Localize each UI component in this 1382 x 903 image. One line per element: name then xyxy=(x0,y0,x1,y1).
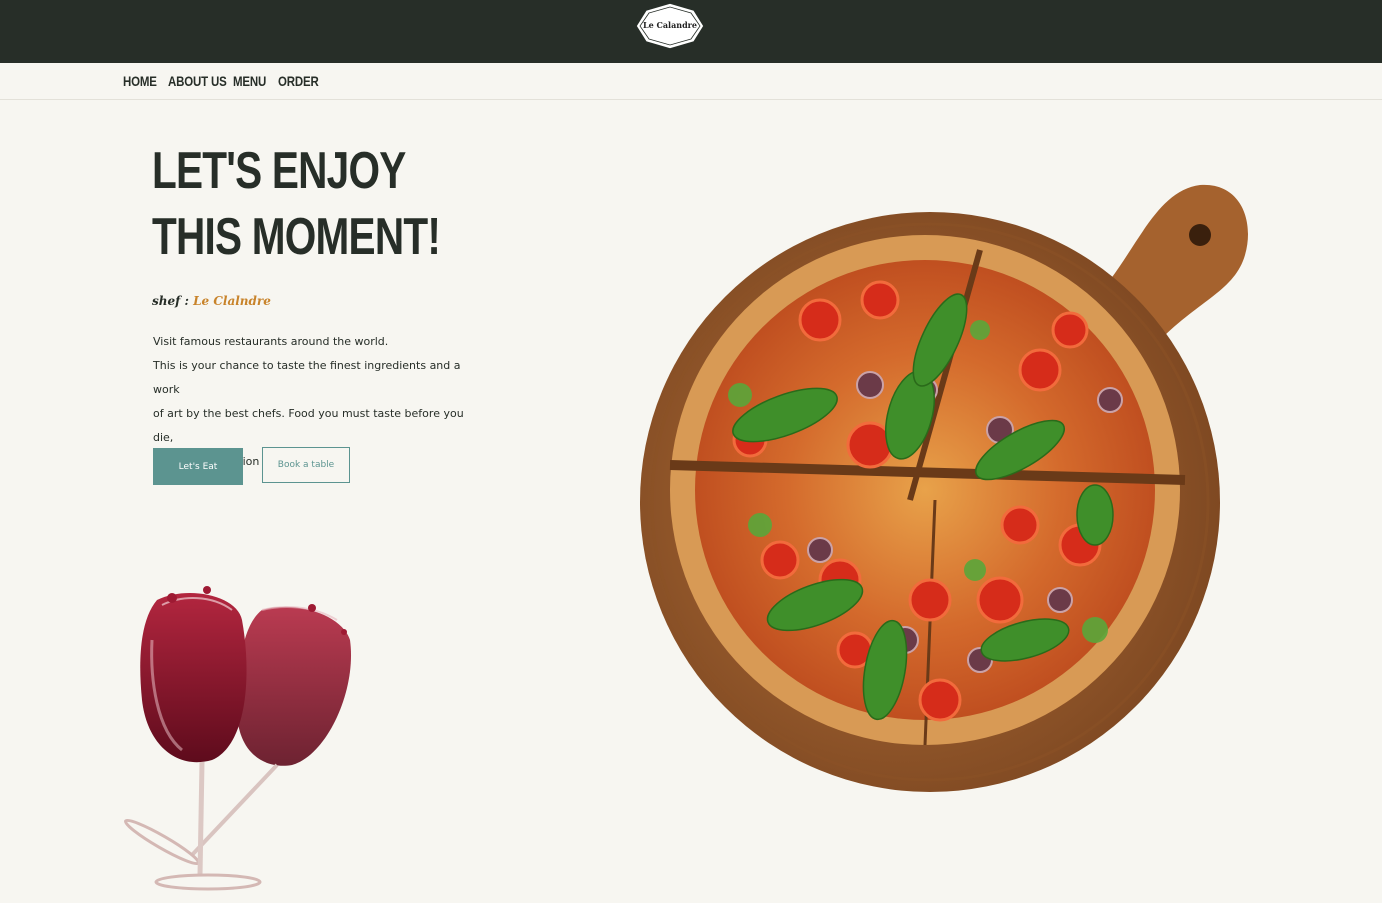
book-table-button[interactable]: Book a table xyxy=(262,447,350,483)
description-line: of art by the best chefs. Food you must … xyxy=(153,407,464,444)
hero-title-line-1: LET'S ENJOY xyxy=(152,142,406,200)
nav-item-home[interactable]: HOME xyxy=(123,73,157,89)
chef-name: Le Clalndre xyxy=(193,294,271,308)
chef-label: shef : xyxy=(152,294,189,308)
nav-item-menu[interactable]: MENU xyxy=(233,73,266,89)
pizza-on-board-image xyxy=(640,184,1248,792)
nav-item-order[interactable]: ORDER xyxy=(278,73,319,89)
hero-title: LET'S ENJOY THIS MOMENT! xyxy=(152,138,441,270)
description-line: This is your chance to taste the finest … xyxy=(153,359,461,396)
top-header-bar: Le Calandre xyxy=(0,0,1382,63)
chef-credit: shef : Le Clalndre xyxy=(152,294,271,308)
wine-glasses-image xyxy=(124,586,352,891)
logo-text: Le Calandre xyxy=(643,20,697,30)
hero-title-line-2: THIS MOMENT! xyxy=(152,208,441,266)
lets-eat-button[interactable]: Let's Eat xyxy=(153,448,243,485)
brand-logo[interactable]: Le Calandre xyxy=(634,2,706,50)
nav-item-about-us[interactable]: ABOUT US xyxy=(168,73,227,89)
main-nav: HOME ABOUT US MENU ORDER xyxy=(0,63,1382,100)
description-line: Visit famous restaurants around the worl… xyxy=(153,335,389,348)
